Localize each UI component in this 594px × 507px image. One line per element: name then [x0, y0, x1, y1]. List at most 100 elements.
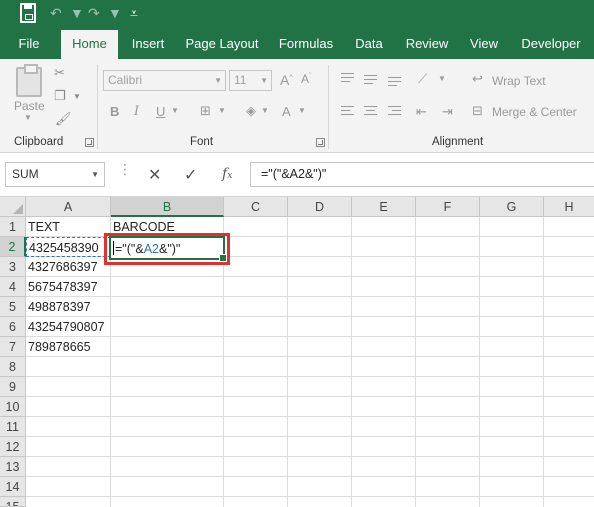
cell-a7[interactable]: 789878665: [26, 337, 110, 357]
formula-input[interactable]: ="("&A2&")": [250, 162, 594, 187]
underline-dropdown-icon[interactable]: ▼: [171, 106, 179, 115]
select-all-button[interactable]: [0, 197, 26, 217]
insert-function-icon[interactable]: fx: [222, 166, 232, 182]
undo-icon[interactable]: ↶: [50, 3, 62, 23]
font-launcher-icon[interactable]: [316, 138, 325, 147]
worksheet-grid: A B C D E F G H 1 2 3 4 5 6 7 8 9 10 11 …: [0, 197, 594, 507]
borders-dropdown-icon[interactable]: ▼: [218, 106, 226, 115]
row-header-8[interactable]: 8: [0, 357, 26, 377]
gridline: [26, 356, 594, 357]
column-header-g[interactable]: G: [480, 197, 544, 217]
formula-bar: SUM ▼ ⋮ ✕ ✓ fx ="("&A2&")": [0, 153, 594, 197]
gridline: [26, 436, 594, 437]
cell-a1[interactable]: TEXT: [26, 217, 110, 237]
font-group-label: Font: [190, 136, 214, 148]
row-header-2[interactable]: 2: [0, 237, 26, 257]
row-header-6[interactable]: 6: [0, 317, 26, 337]
wrap-text-icon[interactable]: ↩: [472, 71, 483, 87]
column-header-d[interactable]: D: [288, 197, 352, 217]
enter-icon[interactable]: ✓: [184, 165, 197, 185]
row-header-3[interactable]: 3: [0, 257, 26, 277]
paste-icon[interactable]: [16, 64, 42, 97]
tab-review[interactable]: Review: [402, 26, 452, 59]
orientation-icon[interactable]: ⟋: [418, 71, 427, 87]
tab-developer[interactable]: Developer: [518, 26, 584, 59]
tab-page-layout[interactable]: Page Layout: [184, 26, 260, 59]
italic-icon[interactable]: I: [134, 104, 139, 119]
chevron-down-icon: ▼: [91, 170, 99, 179]
merge-center-button[interactable]: Merge & Center: [492, 105, 577, 119]
wrap-text-button[interactable]: Wrap Text: [492, 74, 546, 88]
row-header-4[interactable]: 4: [0, 277, 26, 297]
tab-formulas[interactable]: Formulas: [276, 26, 336, 59]
font-color-icon[interactable]: A: [282, 104, 291, 119]
cell-a3[interactable]: 4327686397: [26, 257, 110, 277]
gridline: [26, 476, 594, 477]
gridline: [287, 217, 288, 507]
gridline: [543, 217, 544, 507]
save-icon[interactable]: [20, 3, 36, 23]
splitter-handle-icon[interactable]: ⋮: [118, 162, 132, 176]
title-bar: ↶ ▼ ↷ ▼ ⩡: [0, 0, 594, 26]
cell-a5[interactable]: 498878397: [26, 297, 110, 317]
column-header-f[interactable]: F: [416, 197, 480, 217]
font-size-select[interactable]: 11 ▼: [229, 70, 272, 91]
gridline: [26, 496, 594, 497]
tab-file[interactable]: File: [8, 26, 50, 59]
name-box[interactable]: SUM ▼: [5, 162, 105, 187]
row-header-9[interactable]: 9: [0, 377, 26, 397]
column-header-c[interactable]: C: [224, 197, 288, 217]
row-header-7[interactable]: 7: [0, 337, 26, 357]
row-header-5[interactable]: 5: [0, 297, 26, 317]
redo-dropdown-icon[interactable]: ▼: [108, 3, 122, 23]
bold-icon[interactable]: B: [110, 104, 119, 119]
cell-a6[interactable]: 43254790807: [26, 317, 126, 337]
column-header-h[interactable]: H: [544, 197, 594, 217]
font-name-select[interactable]: Calibri ▼: [103, 70, 226, 91]
tab-home[interactable]: Home: [61, 30, 118, 59]
cell-a2[interactable]: 4325458390: [26, 237, 111, 257]
format-painter-icon[interactable]: 🖌: [55, 111, 72, 127]
gridline: [26, 276, 594, 277]
chevron-down-icon: ▼: [214, 76, 222, 85]
gridline: [479, 217, 480, 507]
column-header-e[interactable]: E: [352, 197, 416, 217]
cell-a4[interactable]: 5675478397: [26, 277, 110, 297]
redo-icon[interactable]: ↷: [88, 3, 100, 23]
row-header-14[interactable]: 14: [0, 477, 26, 497]
tab-view[interactable]: View: [466, 26, 502, 59]
borders-icon[interactable]: ⊞: [200, 103, 211, 119]
row-header-11[interactable]: 11: [0, 417, 26, 437]
row-header-12[interactable]: 12: [0, 437, 26, 457]
paste-button[interactable]: Paste: [14, 99, 45, 113]
ribbon-home: Paste ▼ ✂ ❐ ▼ 🖌 Clipboard Calibri ▼ 11 ▼…: [0, 59, 594, 153]
customize-qat-icon[interactable]: ⩡: [130, 3, 138, 23]
undo-dropdown-icon[interactable]: ▼: [70, 3, 84, 23]
row-header-13[interactable]: 13: [0, 457, 26, 477]
underline-icon[interactable]: U: [156, 104, 165, 119]
row-header-10[interactable]: 10: [0, 397, 26, 417]
cancel-icon[interactable]: ✕: [148, 165, 161, 185]
copy-icon[interactable]: ❐: [54, 88, 66, 104]
cut-icon[interactable]: ✂: [54, 65, 65, 81]
decrease-font-icon[interactable]: Aˇ: [301, 72, 311, 86]
column-header-b[interactable]: B: [111, 197, 224, 217]
fill-dropdown-icon[interactable]: ▼: [261, 106, 269, 115]
font-color-dropdown-icon[interactable]: ▼: [298, 106, 306, 115]
row-header-1[interactable]: 1: [0, 217, 26, 237]
increase-font-icon[interactable]: A^: [280, 72, 293, 88]
row-header-15[interactable]: 15: [0, 497, 26, 507]
paste-dropdown-icon[interactable]: ▼: [24, 113, 32, 122]
font-name-value: Calibri: [108, 73, 143, 87]
tab-insert[interactable]: Insert: [126, 26, 170, 59]
chevron-down-icon: ▼: [260, 76, 268, 85]
merge-center-icon[interactable]: ⊟: [472, 103, 483, 119]
copy-dropdown-icon[interactable]: ▼: [73, 92, 81, 101]
column-header-a[interactable]: A: [26, 197, 111, 217]
clipboard-launcher-icon[interactable]: [85, 138, 94, 147]
orientation-dropdown-icon[interactable]: ▼: [438, 74, 446, 83]
increase-indent-icon[interactable]: ⇥: [442, 104, 453, 120]
tab-data[interactable]: Data: [350, 26, 388, 59]
decrease-indent-icon[interactable]: ⇤: [416, 104, 427, 120]
fill-color-icon[interactable]: ◈: [246, 103, 256, 119]
